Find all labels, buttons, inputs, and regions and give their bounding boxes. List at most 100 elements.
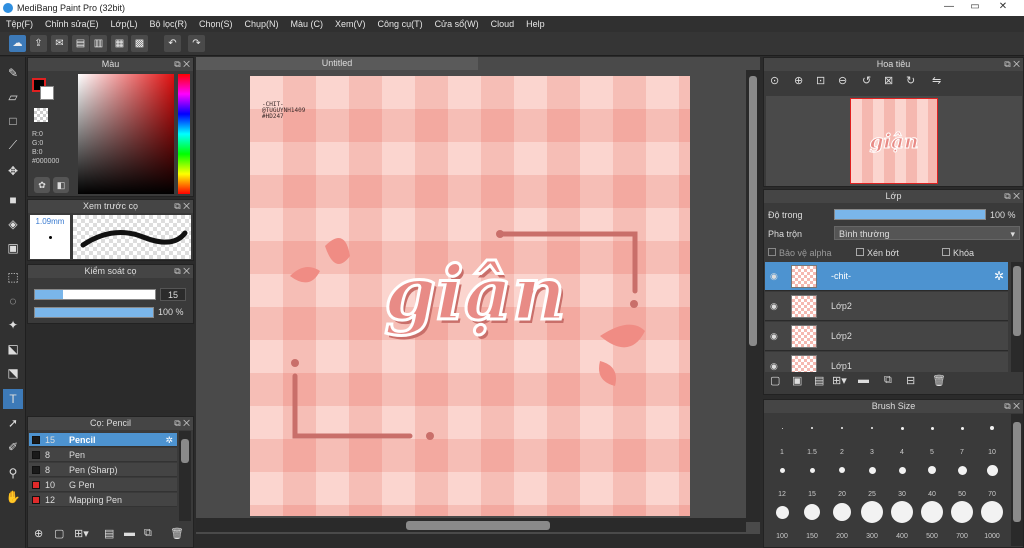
canvas-vertical-scrollbar[interactable]: [746, 70, 760, 522]
color-palette-icon[interactable]: ◧: [53, 177, 69, 193]
lock-checkbox[interactable]: [942, 248, 950, 256]
tiles-icon[interactable]: ▩: [131, 35, 148, 52]
brush-size-option[interactable]: 20: [828, 458, 856, 498]
minimize-button[interactable]: —: [936, 0, 962, 14]
brush-size-option[interactable]: 400: [888, 500, 916, 540]
brush-size-scrollbar[interactable]: [1011, 414, 1023, 546]
transparent-color-swatch[interactable]: [34, 108, 48, 122]
brush-folder-icon[interactable]: ▬: [124, 527, 135, 539]
rotate-left-icon[interactable]: ↺: [862, 74, 871, 87]
add-brush-icon[interactable]: ⊕: [34, 527, 43, 540]
zoom-in-icon[interactable]: ⊕: [794, 74, 803, 87]
menu-help[interactable]: Help: [520, 16, 551, 32]
brush-size-option[interactable]: 30: [888, 458, 916, 498]
brush-list-item[interactable]: 8 Pen: [29, 448, 177, 462]
fill-rect-tool-icon[interactable]: ■: [3, 190, 23, 210]
brush-size-option[interactable]: 12: [768, 458, 796, 498]
merge-layer-icon[interactable]: ⊟: [906, 374, 915, 387]
add-layer-menu-icon[interactable]: ⊞▾: [832, 374, 847, 387]
export-brush-icon[interactable]: ▤: [104, 527, 114, 540]
brush-size-option[interactable]: 1: [768, 416, 796, 456]
brush-size-option[interactable]: 200: [828, 500, 856, 540]
flip-icon[interactable]: ⇋: [932, 74, 941, 87]
hand-tool-icon[interactable]: ✋: [3, 487, 23, 507]
navigator-preview-area[interactable]: giận: [766, 96, 1022, 186]
brush-list-scrollbar[interactable]: [179, 431, 191, 521]
select-rect-tool-icon[interactable]: ⬚: [3, 267, 23, 287]
protect-alpha-checkbox[interactable]: [768, 248, 776, 256]
new-halftone-layer-icon[interactable]: ▣: [792, 374, 802, 387]
menu-view[interactable]: Xem(V): [329, 16, 372, 32]
brush-size-option[interactable]: 50: [948, 458, 976, 498]
brush-size-option[interactable]: 4: [888, 416, 916, 456]
move-tool-icon[interactable]: ✥: [3, 161, 23, 181]
menu-tools[interactable]: Công cụ(T): [372, 16, 429, 32]
menu-layer[interactable]: Lớp(L): [105, 16, 144, 32]
share-icon[interactable]: ⇪: [30, 35, 47, 52]
visibility-icon[interactable]: ◉: [770, 301, 778, 312]
duplicate-brush-icon[interactable]: ⧉: [144, 527, 152, 540]
menu-window[interactable]: Cửa sổ(W): [429, 16, 485, 32]
brush-list-item[interactable]: 12 Mapping Pen: [29, 493, 177, 507]
bucket-tool-icon[interactable]: ◈: [3, 214, 23, 234]
layer-row[interactable]: ◉ Lớp2: [765, 292, 1008, 321]
brush-size-option[interactable]: 70: [978, 458, 1006, 498]
comment-icon[interactable]: ✉: [51, 35, 68, 52]
rectangle-tool-icon[interactable]: □: [3, 111, 23, 131]
blend-mode-select[interactable]: Bình thường ▾: [834, 226, 1020, 240]
undo-icon[interactable]: ↶: [164, 35, 181, 52]
new-layer-icon[interactable]: ▢: [770, 374, 780, 387]
brush-size-value[interactable]: 15: [160, 288, 186, 301]
gear-icon[interactable]: ✲: [994, 269, 1004, 283]
brush-size-option[interactable]: 100: [768, 500, 796, 540]
delete-layer-icon[interactable]: 🗑: [932, 374, 946, 387]
menu-cloud[interactable]: Cloud: [485, 16, 521, 32]
grid-view-icon[interactable]: ▦: [111, 35, 128, 52]
visibility-icon[interactable]: ◉: [770, 361, 778, 372]
gear-icon[interactable]: ✲: [165, 433, 173, 447]
brush-size-option[interactable]: 1000: [978, 500, 1006, 540]
clipping-checkbox[interactable]: [856, 248, 864, 256]
menu-filter[interactable]: Bộ lọc(R): [143, 16, 193, 32]
saturation-brightness-picker[interactable]: [78, 74, 174, 194]
brush-tool-icon[interactable]: ✎: [3, 63, 23, 83]
menu-file[interactable]: Tệp(F): [0, 16, 39, 32]
color-wheel-icon[interactable]: ✿: [34, 177, 50, 193]
page-icon[interactable]: ▤: [72, 35, 89, 52]
operation-tool-icon[interactable]: ➚: [3, 413, 23, 433]
panel-controls-icon[interactable]: ⧉ ✕: [174, 265, 190, 278]
layer-row[interactable]: ◉ Lớp2: [765, 322, 1008, 351]
menu-select[interactable]: Chọn(S): [193, 16, 239, 32]
layer-folder-icon[interactable]: ▬: [858, 374, 869, 386]
new-brush-icon[interactable]: ▢: [54, 527, 64, 540]
brush-size-option[interactable]: 7: [948, 416, 976, 456]
eyedropper-icon[interactable]: ⚲: [3, 463, 23, 483]
brush-size-option[interactable]: 2: [828, 416, 856, 456]
brush-menu-icon[interactable]: ⊞▾: [74, 527, 89, 540]
gradient-tool-icon[interactable]: ▣: [3, 238, 23, 258]
eraser-tool-icon[interactable]: ▱: [3, 87, 23, 107]
new-1bit-layer-icon[interactable]: ▤: [814, 374, 824, 387]
brush-list-item[interactable]: 15 Pencil ✲: [29, 433, 177, 447]
duplicate-layer-icon[interactable]: ⧉: [884, 374, 892, 387]
select-pen-icon[interactable]: ⬕: [3, 339, 23, 359]
layer-row[interactable]: ◉ Lớp1: [765, 352, 1008, 372]
brush-size-option[interactable]: 15: [798, 458, 826, 498]
brush-size-option[interactable]: 40: [918, 458, 946, 498]
menu-capture[interactable]: Chụp(N): [239, 16, 285, 32]
menu-edit[interactable]: Chỉnh sửa(E): [39, 16, 105, 32]
background-color-swatch[interactable]: [40, 86, 54, 100]
brush-size-option[interactable]: 500: [918, 500, 946, 540]
brush-size-option[interactable]: 10: [978, 416, 1006, 456]
menu-color[interactable]: Màu (C): [285, 16, 330, 32]
text-tool-icon[interactable]: T: [3, 389, 23, 409]
layer-opacity-slider[interactable]: [834, 209, 986, 220]
document-icon[interactable]: ▥: [90, 35, 107, 52]
visibility-icon[interactable]: ◉: [770, 271, 778, 282]
rotate-right-icon[interactable]: ↻: [906, 74, 915, 87]
delete-brush-icon[interactable]: 🗑: [170, 527, 184, 540]
maximize-button[interactable]: ▭: [962, 0, 988, 14]
divide-tool-icon[interactable]: ✐: [3, 437, 23, 457]
close-button[interactable]: ✕: [988, 0, 1018, 14]
document-tab[interactable]: Untitled: [196, 57, 478, 70]
